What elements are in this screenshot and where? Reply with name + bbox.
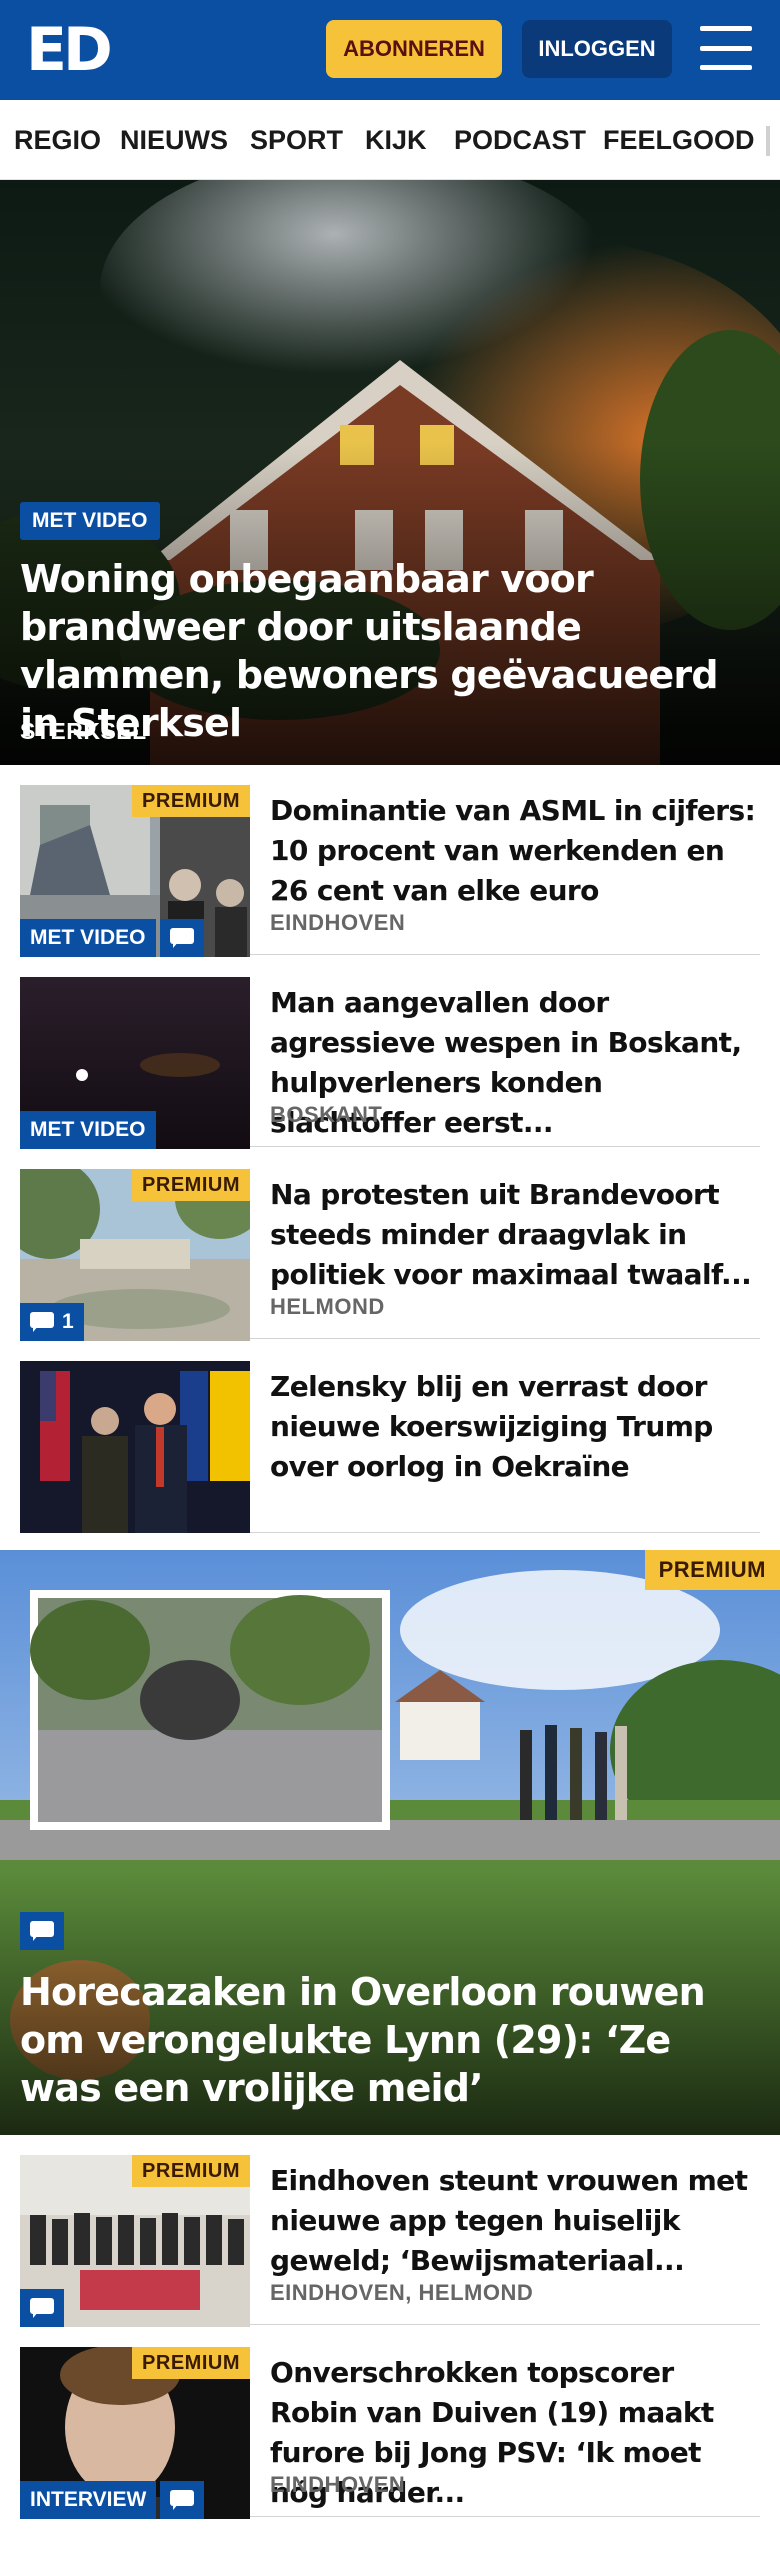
nav-item-regio[interactable]: REGIO	[14, 124, 101, 156]
article-thumbnail	[20, 1361, 250, 1533]
interview-tag: INTERVIEW	[20, 2481, 157, 2519]
article-title[interactable]: Dominantie van ASML in cijfers: 10 proce…	[270, 791, 760, 911]
comment-count: 1	[62, 1310, 74, 1333]
login-button[interactable]: INLOGGEN	[522, 20, 672, 78]
hero-location: STERKSEL	[20, 718, 147, 744]
video-tag: MET VIDEO	[20, 919, 156, 957]
comments-badge[interactable]	[160, 2481, 205, 2519]
list-item[interactable]: PREMIUM INTERVIEW Onverschrokken topscor…	[20, 2327, 760, 2519]
comment-icon	[30, 1312, 54, 1332]
section-nav: REGIO NIEUWS SPORT KIJK PODCAST FEELGOOD	[0, 100, 780, 180]
list-item[interactable]: PREMIUM MET VIDEO Dominantie van ASML in…	[20, 765, 760, 957]
video-tag: MET VIDEO	[20, 1111, 156, 1149]
ed-logo[interactable]: ED	[26, 18, 113, 82]
article-location: EINDHOVEN	[270, 2472, 406, 2497]
article-thumbnail: PREMIUM	[20, 2155, 250, 2327]
article-location: BOSKANT	[270, 1102, 383, 1127]
top-bar: ED ABONNEREN INLOGGEN	[0, 0, 780, 100]
featured-title[interactable]: Horecazaken in Overloon rouwen om verong…	[20, 1968, 760, 2112]
article-location: EINDHOVEN, HELMOND	[270, 2280, 534, 2305]
list-item[interactable]: Zelensky blij en verrast door nieuwe koe…	[20, 1341, 760, 1533]
nav-item-podcast[interactable]: PODCAST	[454, 124, 586, 156]
nav-item-sport[interactable]: SPORT	[250, 124, 343, 156]
premium-badge: PREMIUM	[132, 1169, 250, 1201]
comments-badge[interactable]	[159, 919, 204, 957]
article-location: EINDHOVEN	[270, 910, 406, 935]
nav-item-kijk[interactable]: KIJK	[365, 124, 427, 156]
premium-badge: PREMIUM	[132, 785, 250, 817]
comments-badge[interactable]	[20, 1912, 64, 1950]
comment-icon	[169, 928, 194, 948]
subscribe-button[interactable]: ABONNEREN	[326, 20, 502, 78]
article-title[interactable]: Zelensky blij en verrast door nieuwe koe…	[270, 1367, 760, 1487]
article-thumbnail: PREMIUM 1	[20, 1169, 250, 1341]
featured-article[interactable]: PREMIUM Horecazaken in Overloon rouwen o…	[0, 1550, 780, 2135]
article-thumbnail: MET VIDEO	[20, 977, 250, 1149]
hero-article[interactable]: MET VIDEO Woning onbegaanbaar voor brand…	[0, 180, 780, 765]
list-item[interactable]: PREMIUM Eindhoven steunt vrouwen met nie…	[20, 2135, 760, 2327]
comments-badge[interactable]	[20, 2289, 64, 2327]
article-thumbnail: PREMIUM MET VIDEO	[20, 785, 250, 957]
nav-item-nieuws[interactable]: NIEUWS	[120, 124, 228, 156]
comment-icon	[30, 1921, 54, 1941]
list-item[interactable]: PREMIUM 1 Na protesten uit Brandevoort s…	[20, 1149, 760, 1341]
nav-overflow-hint	[766, 126, 770, 156]
article-location: HELMOND	[270, 1294, 385, 1319]
hamburger-menu-icon[interactable]	[700, 26, 752, 70]
comments-badge[interactable]: 1	[20, 1303, 84, 1341]
article-title[interactable]: Na protesten uit Brandevoort steeds mind…	[270, 1175, 760, 1295]
article-thumbnail: PREMIUM INTERVIEW	[20, 2347, 250, 2519]
nav-item-feelgood[interactable]: FEELGOOD	[603, 124, 755, 156]
premium-badge: PREMIUM	[644, 1550, 780, 1590]
comment-icon	[30, 2298, 54, 2318]
video-tag: MET VIDEO	[20, 502, 160, 540]
premium-badge: PREMIUM	[132, 2347, 250, 2379]
comment-icon	[170, 2490, 195, 2510]
list-item[interactable]: MET VIDEO Man aangevallen door agressiev…	[20, 957, 760, 1149]
premium-badge: PREMIUM	[132, 2155, 250, 2187]
article-title[interactable]: Eindhoven steunt vrouwen met nieuwe app …	[270, 2161, 760, 2281]
